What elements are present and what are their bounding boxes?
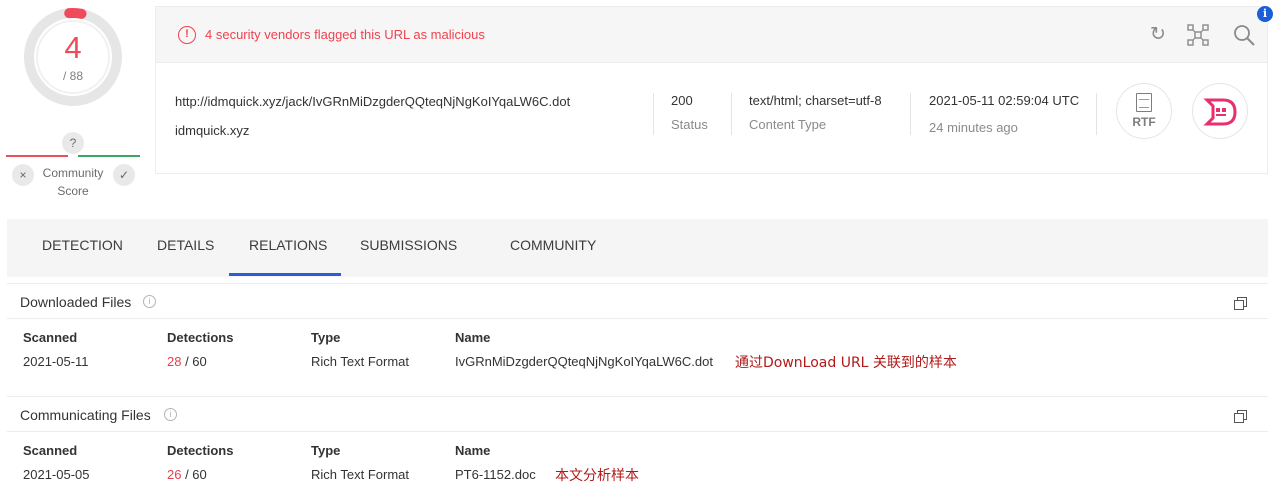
tab-bar: DETECTION DETAILS RELATIONS SUBMISSIONS … [7, 219, 1268, 277]
url-summary-card: ! 4 security vendors flagged this URL as… [155, 6, 1268, 174]
copy-icon[interactable] [1234, 410, 1247, 423]
community-score-value: ? [62, 132, 84, 154]
detection-total: / 60 [181, 354, 207, 369]
graph-icon-shape [1187, 24, 1209, 46]
column-header-type: Type [311, 330, 341, 345]
section-header: Downloaded Files i [7, 283, 1268, 319]
alert-bar: ! 4 security vendors flagged this URL as… [156, 7, 1267, 63]
column-header-detections: Detections [167, 443, 234, 458]
column-header-scanned: Scanned [23, 443, 78, 458]
detection-score-gauge: 4 / 88 [22, 6, 124, 108]
community-label-line2: Score [57, 184, 89, 198]
threat-glyph-icon [1203, 98, 1237, 126]
column-header-name: Name [455, 330, 491, 345]
document-icon [1136, 93, 1152, 112]
search-icon-shape [1234, 25, 1255, 46]
divider [910, 93, 911, 135]
analysis-date: 2021-05-11 02:59:04 UTC [929, 93, 1080, 108]
content-type-label: Content Type [749, 117, 827, 132]
info-icon[interactable]: i [164, 408, 177, 421]
community-score-label: Community Score [36, 164, 110, 200]
detection-hits: 26 [167, 467, 182, 482]
community-bar-negative [6, 155, 68, 157]
reanalyze-icon[interactable]: ↻ [1146, 23, 1170, 47]
alert-message: 4 security vendors flagged this URL as m… [205, 27, 485, 42]
tab-details[interactable]: DETAILS [157, 237, 214, 253]
info-icon[interactable]: i [1257, 6, 1273, 22]
file-name-link[interactable]: IvGRnMiDzgderQQteqNjNgKoIYqaLW6C.dot [455, 354, 713, 369]
search-icon[interactable] [1232, 23, 1256, 47]
detection-ratio[interactable]: 28 / 60 [167, 354, 207, 369]
vote-harmless-button[interactable]: ✓ [113, 164, 135, 186]
section-title: Communicating Files [20, 407, 151, 423]
content-type-value: text/html; charset=utf-8 [749, 93, 882, 108]
tab-relations[interactable]: RELATIONS [249, 237, 327, 253]
rtf-file-type-icon: RTF [1116, 83, 1172, 139]
copy-icon[interactable] [1234, 297, 1247, 310]
status-label: Status [671, 117, 708, 132]
column-header-detections: Detections [167, 330, 234, 345]
alert-circle-icon: ! [178, 26, 196, 44]
info-icon[interactable]: i [143, 295, 156, 308]
threat-badge-icon [1192, 83, 1248, 139]
file-name-link[interactable]: PT6-1152.doc [455, 467, 536, 482]
community-label-line1: Community [42, 166, 104, 180]
communicating-files-section: Communicating Files i Scanned Detections… [7, 396, 1268, 499]
section-title: Downloaded Files [20, 294, 132, 310]
tab-submissions[interactable]: SUBMISSIONS [360, 237, 457, 253]
url-domain[interactable]: idmquick.xyz [175, 123, 249, 138]
annotation-note: 通过DownLoad URL 关联到的样本 [735, 355, 957, 371]
detection-count: 4 [64, 30, 82, 65]
scanned-date: 2021-05-05 [23, 467, 90, 482]
section-header: Communicating Files i [7, 396, 1268, 432]
scanned-url[interactable]: http://idmquick.xyz/jack/IvGRnMiDzgderQQ… [175, 94, 570, 109]
file-type: Rich Text Format [311, 467, 410, 482]
detection-total: / 60 [181, 467, 207, 482]
community-score: ? × Community Score ✓ [6, 130, 140, 200]
file-type: Rich Text Format [311, 354, 410, 369]
annotation-note: 本文分析样本 [555, 468, 639, 484]
column-header-scanned: Scanned [23, 330, 78, 345]
column-header-type: Type [311, 443, 341, 458]
tab-detection[interactable]: DETECTION [42, 237, 123, 253]
tab-community[interactable]: COMMUNITY [510, 237, 596, 253]
graph-icon[interactable] [1186, 23, 1210, 47]
downloaded-files-section: Downloaded Files i Scanned Detections Ty… [7, 283, 1268, 395]
file-type-label: RTF [1132, 115, 1156, 129]
vote-malicious-button[interactable]: × [12, 164, 34, 186]
active-tab-indicator [229, 273, 341, 276]
divider [653, 93, 654, 135]
engine-total: / 88 [62, 69, 83, 83]
detection-hits: 28 [167, 354, 182, 369]
divider [1096, 93, 1097, 135]
scanned-date: 2021-05-11 [23, 354, 89, 369]
community-bar-positive [78, 155, 140, 157]
status-value: 200 [671, 93, 693, 108]
column-header-name: Name [455, 443, 491, 458]
analysis-relative-time: 24 minutes ago [929, 120, 1018, 135]
detection-ratio[interactable]: 26 / 60 [167, 467, 207, 482]
divider [731, 93, 732, 135]
